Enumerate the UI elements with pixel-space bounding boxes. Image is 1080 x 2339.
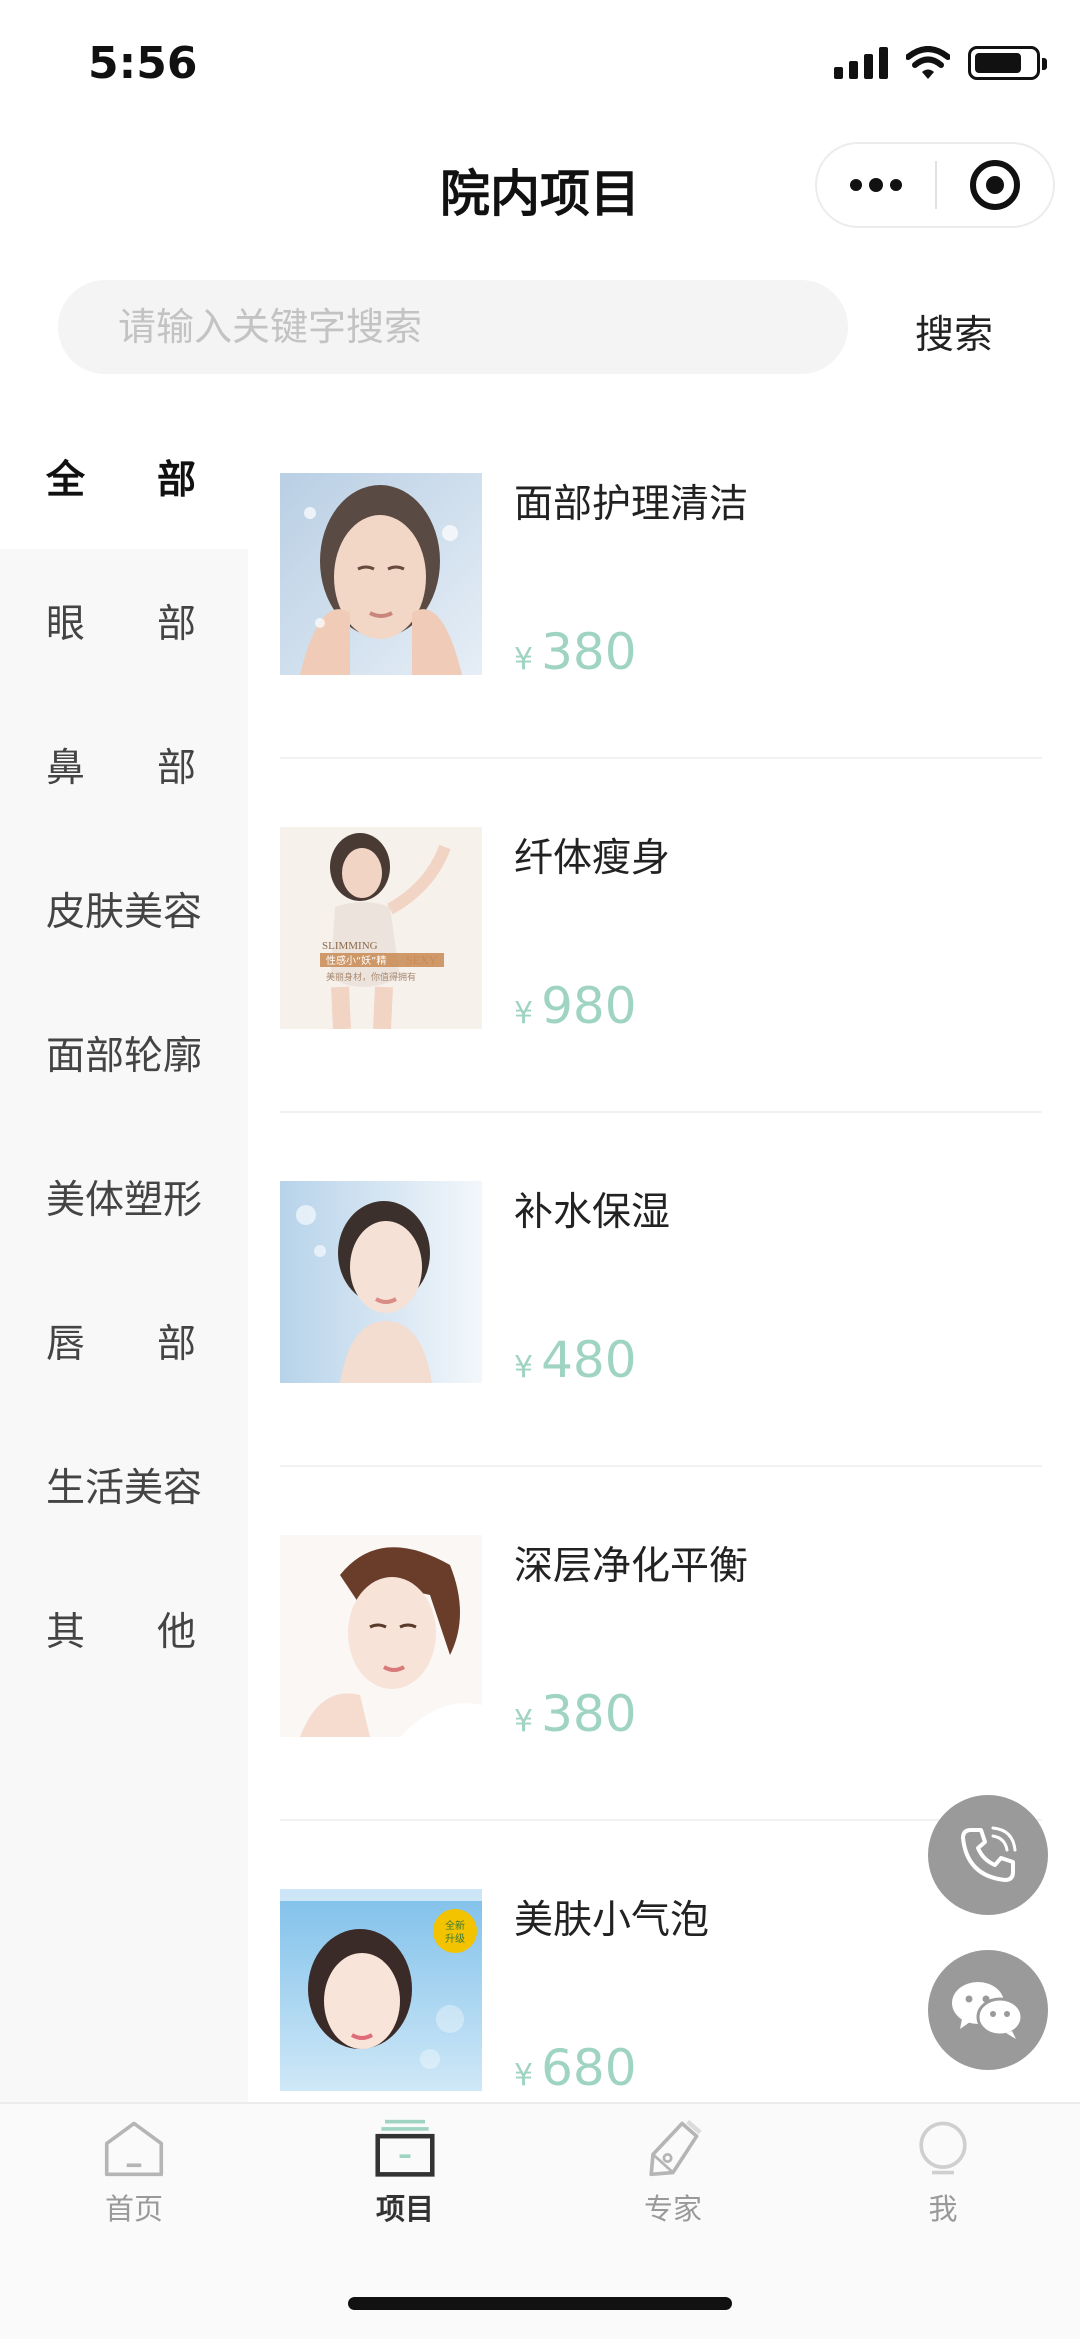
product-item[interactable]: 补水保湿 ¥ 480: [280, 1113, 1042, 1467]
product-name: 补水保湿: [514, 1190, 671, 1235]
phone-icon: [961, 1826, 1017, 1882]
currency-symbol: ¥: [514, 2058, 534, 2093]
category-item-eyes[interactable]: 眼 部: [0, 549, 248, 693]
more-dot-icon: [869, 178, 883, 192]
tab-label: 我: [928, 2192, 958, 2226]
badge-line-1: 全新: [445, 1919, 465, 1932]
search-box: [58, 280, 848, 374]
category-label-char: 唇: [46, 1322, 86, 1367]
product-item[interactable]: 面部护理清洁 ¥ 380: [280, 405, 1042, 759]
product-name: 深层净化平衡: [514, 1544, 749, 1589]
wifi-icon: [906, 46, 950, 79]
app-screen: 5:56 院内项目 请输入关键字搜索 搜索 全 部 眼 部 鼻 部 皮肤美容 面…: [0, 0, 1080, 2339]
product-price: ¥ 680: [514, 2039, 637, 2097]
profile-icon: [919, 2121, 967, 2175]
product-image-bubble-facial: 全新 升级: [280, 1889, 482, 2091]
category-label: 生活美容: [45, 1466, 202, 1511]
tab-experts[interactable]: 专家: [573, 2118, 773, 2228]
home-indicator: [348, 2297, 732, 2310]
category-label-char: 其: [46, 1610, 86, 1655]
wechat-contact-button[interactable]: [928, 1950, 1048, 2070]
image-sexy-text: SEXY: [406, 953, 438, 967]
expert-icon: [649, 2119, 702, 2177]
price-value: 680: [541, 2039, 637, 2097]
product-item[interactable]: 深层净化平衡 ¥ 380: [280, 1467, 1042, 1821]
tab-profile[interactable]: 我: [843, 2118, 1043, 2228]
category-label-char: 部: [156, 1322, 196, 1367]
status-bar: 5:56: [0, 0, 1080, 130]
product-image-deep-cleansing: [280, 1535, 482, 1737]
home-icon: [104, 2121, 164, 2177]
product-name: 面部护理清洁: [514, 482, 749, 527]
price-value: 480: [541, 1331, 637, 1389]
product-name: 美肤小气泡: [514, 1898, 710, 1943]
category-label-char: 鼻: [46, 746, 86, 791]
currency-symbol: ¥: [514, 996, 534, 1031]
category-item-skin-beauty[interactable]: 皮肤美容: [0, 837, 248, 981]
call-button[interactable]: [928, 1795, 1048, 1915]
search-button[interactable]: 搜索: [915, 304, 993, 360]
category-label-char: 部: [156, 746, 196, 791]
category-label: 皮肤美容: [45, 890, 202, 935]
price-value: 380: [541, 1685, 637, 1743]
battery-icon: [968, 46, 1047, 80]
category-label-char: 部: [156, 458, 196, 503]
more-dot-icon: [850, 179, 862, 191]
wechat-icon: [952, 1982, 1024, 2039]
product-price: ¥ 380: [514, 623, 637, 681]
image-brand-text: SLIMMING: [322, 940, 378, 952]
price-value: 380: [541, 623, 637, 681]
close-miniprogram-button[interactable]: [937, 144, 1053, 226]
category-sidebar: 全 部 眼 部 鼻 部 皮肤美容 面部轮廓 美体塑形 唇 部 生活美容 其 他: [0, 405, 248, 2105]
currency-symbol: ¥: [514, 642, 534, 677]
category-item-lifestyle-beauty[interactable]: 生活美容: [0, 1413, 248, 1557]
search-input[interactable]: [58, 280, 848, 374]
category-label: 面部轮廓: [45, 1034, 202, 1079]
category-label: 美体塑形: [45, 1178, 202, 1223]
product-price: ¥ 480: [514, 1331, 637, 1389]
tab-label: 专家: [643, 2192, 702, 2226]
category-label-char: 部: [156, 602, 196, 647]
category-item-lips[interactable]: 唇 部: [0, 1269, 248, 1413]
tab-label: 首页: [104, 2192, 163, 2226]
tab-projects[interactable]: 项目: [305, 2118, 505, 2228]
category-label-char: 全: [46, 458, 86, 503]
more-menu-button[interactable]: [817, 144, 935, 226]
project-icon: [375, 2119, 435, 2177]
category-item-all[interactable]: 全 部: [0, 405, 248, 549]
image-slogan-text: 美丽身材，你值得拥有: [326, 971, 416, 983]
badge-line-2: 升级: [445, 1933, 465, 1945]
category-item-facial-contour[interactable]: 面部轮廓: [0, 981, 248, 1125]
product-image-slimming: SLIMMING 性感小“妖”精 SEXY 美丽身材，你值得拥有: [280, 827, 482, 1029]
target-icon: [969, 160, 1020, 210]
search-bar: 搜索: [0, 280, 1080, 376]
tab-home[interactable]: 首页: [34, 2118, 234, 2228]
status-time: 5:56: [88, 38, 198, 89]
price-value: 980: [541, 977, 637, 1035]
category-label-char: 他: [156, 1610, 196, 1655]
currency-symbol: ¥: [514, 1350, 534, 1385]
product-price: ¥ 980: [514, 977, 637, 1035]
category-item-body-shaping[interactable]: 美体塑形: [0, 1125, 248, 1269]
cellular-signal-icon: [834, 47, 888, 79]
currency-symbol: ¥: [514, 1704, 534, 1739]
image-tag-text: 性感小“妖”精: [326, 954, 386, 967]
product-image-facial-care: [280, 473, 482, 675]
tab-label: 项目: [375, 2192, 434, 2226]
product-price: ¥ 380: [514, 1685, 637, 1743]
category-item-other[interactable]: 其 他: [0, 1557, 248, 1701]
product-image-hydrating: [280, 1181, 482, 1383]
more-dot-icon: [890, 179, 902, 191]
miniprogram-capsule: [815, 142, 1055, 228]
status-icons: [834, 46, 1047, 80]
category-item-nose[interactable]: 鼻 部: [0, 693, 248, 837]
nav-bar: 院内项目: [0, 130, 1080, 240]
product-name: 纤体瘦身: [514, 836, 671, 881]
product-item[interactable]: SLIMMING 性感小“妖”精 SEXY 美丽身材，你值得拥有 纤体瘦身 ¥ …: [280, 759, 1042, 1113]
category-label-char: 眼: [46, 602, 86, 647]
